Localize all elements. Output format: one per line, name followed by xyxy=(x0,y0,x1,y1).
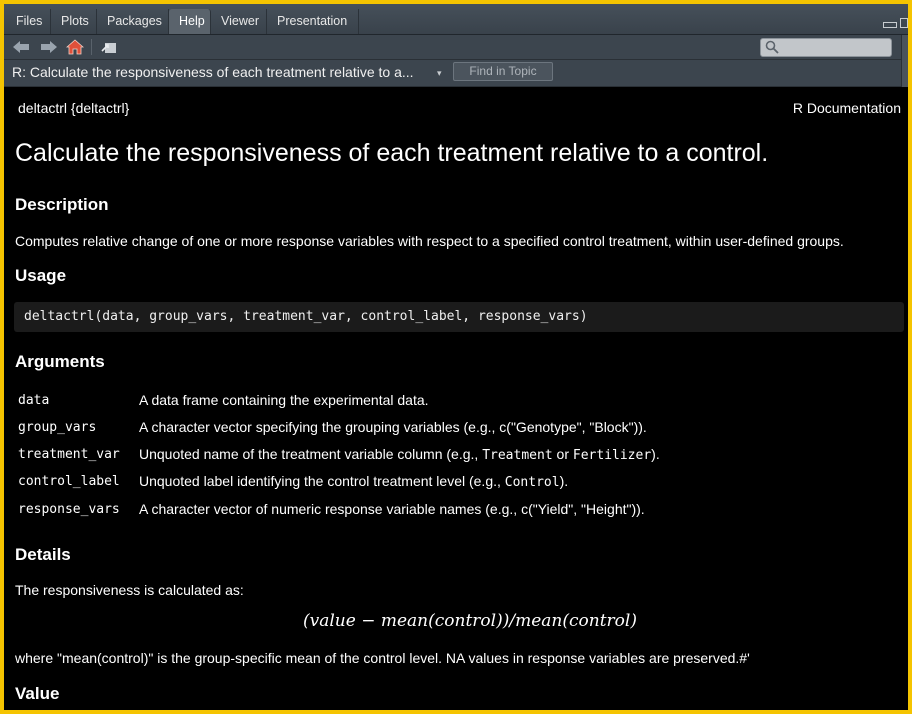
tab-plots[interactable]: Plots xyxy=(51,9,97,34)
scrollbar[interactable] xyxy=(901,35,908,87)
arguments-heading: Arguments xyxy=(15,352,105,371)
arg-name-group-vars: group_vars xyxy=(18,420,97,435)
tab-presentation[interactable]: Presentation xyxy=(267,9,359,34)
tab-files[interactable]: Files xyxy=(6,9,51,34)
usage-heading: Usage xyxy=(15,266,67,285)
help-pane: Files Plots Packages Help Viewer Present… xyxy=(4,4,908,710)
package-label: deltactrl {deltactrl} xyxy=(18,100,130,116)
home-icon[interactable] xyxy=(66,39,84,55)
value-heading: Value xyxy=(15,684,60,703)
forward-arrow-icon[interactable] xyxy=(40,39,58,55)
topic-title-dropdown[interactable]: R: Calculate the responsiveness of each … xyxy=(12,64,414,80)
tab-viewer[interactable]: Viewer xyxy=(211,9,267,34)
help-toolbar xyxy=(4,35,908,60)
chevron-down-icon[interactable]: ▾ xyxy=(437,68,442,79)
usage-code-block: deltactrl(data, group_vars, treatment_va… xyxy=(14,302,904,332)
help-content: deltactrl {deltactrl} R Documentation Ca… xyxy=(4,87,908,710)
search-icon xyxy=(765,40,779,54)
description-heading: Description xyxy=(15,195,109,214)
maximize-pane-icon[interactable] xyxy=(900,18,908,28)
tab-help[interactable]: Help xyxy=(169,9,211,34)
topic-bar: R: Calculate the responsiveness of each … xyxy=(4,60,908,87)
page-title: Calculate the responsiveness of each tre… xyxy=(15,139,769,167)
arg-desc-treatment-var: Unquoted name of the treatment variable … xyxy=(139,446,660,463)
arg-desc-response-vars: A character vector of numeric response v… xyxy=(139,501,645,517)
arg-name-data: data xyxy=(18,393,50,408)
arg-name-response-vars: response_vars xyxy=(18,502,120,517)
open-in-window-icon[interactable] xyxy=(100,39,118,55)
details-heading: Details xyxy=(15,545,71,564)
arg-desc-control-label: Unquoted label identifying the control t… xyxy=(139,473,569,490)
minimize-pane-icon[interactable] xyxy=(883,22,897,28)
arg-desc-group-vars: A character vector specifying the groupi… xyxy=(139,419,647,435)
arg-desc-data: A data frame containing the experimental… xyxy=(139,392,429,408)
tab-packages[interactable]: Packages xyxy=(97,9,169,34)
usage-code: deltactrl(data, group_vars, treatment_va… xyxy=(24,309,588,324)
details-intro-text: The responsiveness is calculated as: xyxy=(15,582,244,598)
pane-tab-bar: Files Plots Packages Help Viewer Present… xyxy=(4,4,908,35)
toolbar-divider xyxy=(91,39,92,55)
back-arrow-icon[interactable] xyxy=(12,39,30,55)
formula: (value − mean(control))/mean(control) xyxy=(303,611,637,631)
find-in-topic-button[interactable]: Find in Topic xyxy=(453,62,553,81)
help-search-input[interactable] xyxy=(760,38,892,57)
description-text: Computes relative change of one or more … xyxy=(15,233,844,249)
details-text: where "mean(control)" is the group-speci… xyxy=(15,650,750,666)
arg-name-treatment-var: treatment_var xyxy=(18,447,120,462)
arg-name-control-label: control_label xyxy=(18,474,120,489)
r-documentation-label: R Documentation xyxy=(792,100,901,116)
